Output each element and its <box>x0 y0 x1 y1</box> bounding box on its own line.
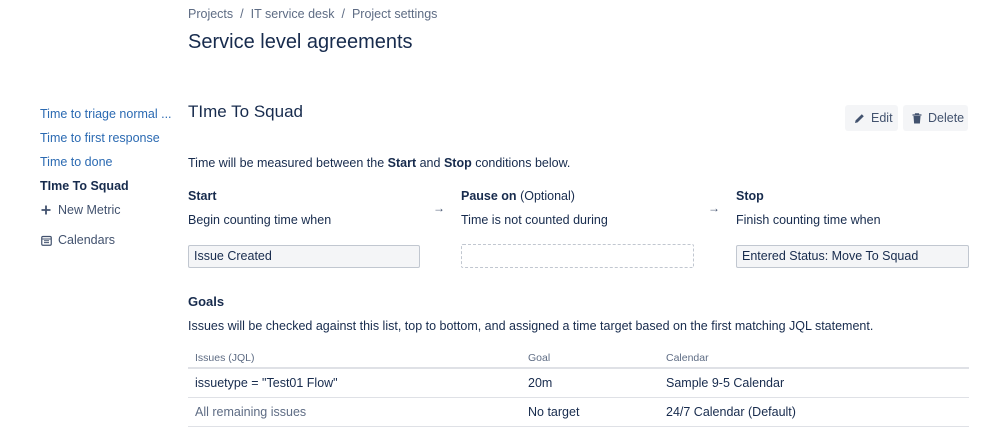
breadcrumb-separator: / <box>341 7 345 21</box>
calendars-label: Calendars <box>58 233 115 247</box>
sidebar-item-time-to-triage[interactable]: Time to triage normal ... <box>40 105 180 129</box>
table-row[interactable]: All remaining issues No target 24/7 Cale… <box>188 398 969 427</box>
arrow-icon: → <box>433 201 445 215</box>
measure-stop-word: Stop <box>443 156 472 170</box>
pause-subtitle: Time is not counted during <box>461 213 608 227</box>
row-goal: No target <box>528 405 580 419</box>
breadcrumb-separator: / <box>240 7 244 21</box>
stop-condition-field[interactable]: Entered Status: Move To Squad <box>736 245 969 268</box>
sla-sidebar: Time to triage normal ... Time to first … <box>40 105 180 261</box>
new-metric-button[interactable]: New Metric <box>40 201 180 231</box>
new-metric-label: New Metric <box>58 203 121 217</box>
measure-description: Time will be measured between the Start … <box>188 156 570 170</box>
row-issues-jql: issuetype = "Test01 Flow" <box>195 376 338 390</box>
pause-heading: Pause on (Optional) <box>461 189 575 203</box>
sidebar-item-time-to-first-response[interactable]: Time to first response <box>40 129 180 153</box>
edit-button[interactable]: Edit <box>845 105 898 131</box>
calendar-icon <box>40 231 52 249</box>
start-subtitle: Begin counting time when <box>188 213 332 227</box>
delete-label: Delete <box>928 111 965 125</box>
column-header-calendar: Calendar <box>666 352 709 364</box>
breadcrumb-it-service-desk[interactable]: IT service desk <box>251 7 335 21</box>
table-row[interactable]: issuetype = "Test01 Flow" 20m Sample 9-5… <box>188 369 969 398</box>
goals-table-header: Issues (JQL) Goal Calendar <box>188 349 969 369</box>
pause-heading-label: Pause on <box>461 189 517 203</box>
row-calendar: 24/7 Calendar (Default) <box>666 405 796 419</box>
measure-suffix: conditions below. <box>471 156 571 170</box>
start-condition-field[interactable]: Issue Created <box>188 245 420 268</box>
edit-label: Edit <box>871 111 893 125</box>
stop-heading: Stop <box>736 189 764 203</box>
delete-button[interactable]: Delete <box>903 105 968 131</box>
calendars-link[interactable]: Calendars <box>40 231 180 261</box>
pause-optional-label: (Optional) <box>520 189 575 203</box>
breadcrumb-projects[interactable]: Projects <box>188 7 233 21</box>
breadcrumb-project-settings[interactable]: Project settings <box>352 7 437 21</box>
plus-icon <box>40 201 52 219</box>
row-calendar: Sample 9-5 Calendar <box>666 376 785 390</box>
start-heading: Start <box>188 189 217 203</box>
goals-description: Issues will be checked against this list… <box>188 319 874 333</box>
column-header-issues: Issues (JQL) <box>195 352 255 364</box>
trash-icon <box>912 112 922 124</box>
row-issues-jql: All remaining issues <box>195 405 307 419</box>
measure-prefix: Time will be measured between the <box>188 156 388 170</box>
metric-title: TIme To Squad <box>188 102 303 121</box>
pause-condition-field[interactable] <box>461 244 694 268</box>
row-goal: 20m <box>528 376 553 390</box>
arrow-icon: → <box>708 201 720 215</box>
sidebar-item-time-to-done[interactable]: Time to done <box>40 153 180 177</box>
stop-subtitle: Finish counting time when <box>736 213 881 227</box>
goals-table: Issues (JQL) Goal Calendar issuetype = "… <box>188 349 969 427</box>
column-header-goal: Goal <box>528 352 551 364</box>
sidebar-item-time-to-squad[interactable]: TIme To Squad <box>40 177 180 201</box>
measure-and: and <box>416 156 444 170</box>
page-title: Service level agreements <box>188 31 413 53</box>
goals-heading: Goals <box>188 294 225 309</box>
pencil-icon <box>854 113 865 124</box>
breadcrumb: Projects / IT service desk / Project setting… <box>188 7 437 21</box>
measure-start-word: Start <box>387 156 417 170</box>
